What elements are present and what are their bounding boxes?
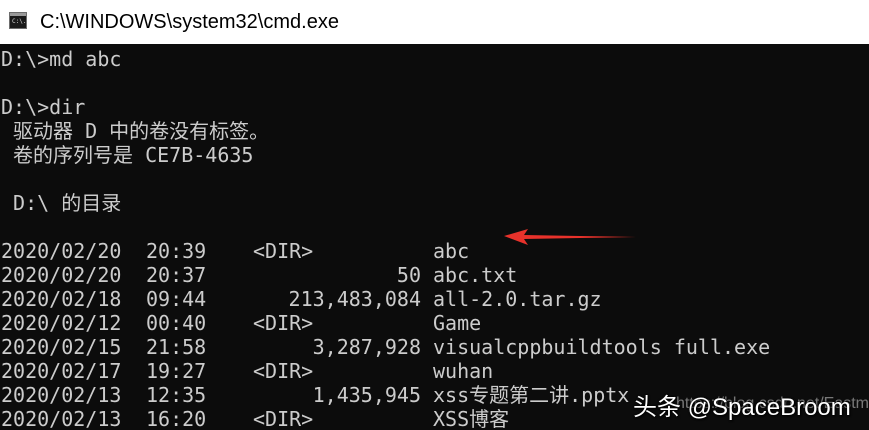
listing-size	[1, 239, 421, 263]
console-output[interactable]: D:\>md abc D:\>dir 驱动器 D 中的卷没有标签。 卷的序列号是 …	[0, 44, 869, 430]
arrow-shape	[504, 229, 636, 245]
red-arrow-annotation	[504, 229, 636, 245]
listing-name: Game	[433, 311, 482, 335]
cmd-console-icon: C:\.	[9, 12, 27, 29]
console-line: D:\>md abc	[1, 47, 122, 71]
listing-size	[1, 407, 421, 430]
listing-name: xss专题第二讲.pptx	[433, 383, 630, 407]
listing-row: 2020/02/12 00:40 <DIR> Game	[1, 311, 869, 335]
listing-row: 2020/02/20 20:39 <DIR> abc	[1, 239, 869, 263]
listing-size: 3,287,928	[312, 335, 421, 359]
console-line: 卷的序列号是 CE7B-4635	[1, 143, 254, 167]
window-title: C:\WINDOWS\system32\cmd.exe	[40, 11, 339, 33]
listing-name: visualcppbuildtools full.exe	[433, 335, 771, 359]
listing-size: 1,435,945	[312, 383, 421, 407]
listing-name: XSS博客	[433, 407, 510, 430]
watermark-text: 头条 @SpaceBroom	[633, 393, 851, 421]
cmd-window: C:\. C:\WINDOWS\system32\cmd.exe D:\>md …	[0, 0, 869, 430]
listing-size	[1, 359, 421, 383]
icon-bar	[10, 13, 26, 16]
listing-size	[1, 311, 421, 335]
listing-size: 213,483,084	[288, 287, 421, 311]
icon-glyph: C:\.	[12, 18, 27, 25]
listing-name: abc	[433, 239, 470, 263]
listing-name: all-2.0.tar.gz	[433, 287, 602, 311]
listing-size: 50	[396, 263, 421, 287]
console-line: D:\>dir	[1, 95, 86, 119]
listing-row: 2020/02/17 19:27 <DIR> wuhan	[1, 359, 869, 383]
listing-name: abc.txt	[433, 263, 518, 287]
title-bar[interactable]: C:\. C:\WINDOWS\system32\cmd.exe	[0, 0, 869, 44]
listing-row: 2020/02/15 21:58 3,287,928 visualcppbuildto…	[1, 335, 869, 359]
console-line: D:\ 的目录	[1, 191, 122, 215]
console-line: 驱动器 D 中的卷没有标签。	[1, 119, 270, 143]
listing-row: 2020/02/20 20:37 50 abc.txt	[1, 263, 869, 287]
listing-name: wuhan	[433, 359, 494, 383]
listing-row: 2020/02/18 09:44 213,483,084 all-2.0.tar.gz	[1, 287, 869, 311]
